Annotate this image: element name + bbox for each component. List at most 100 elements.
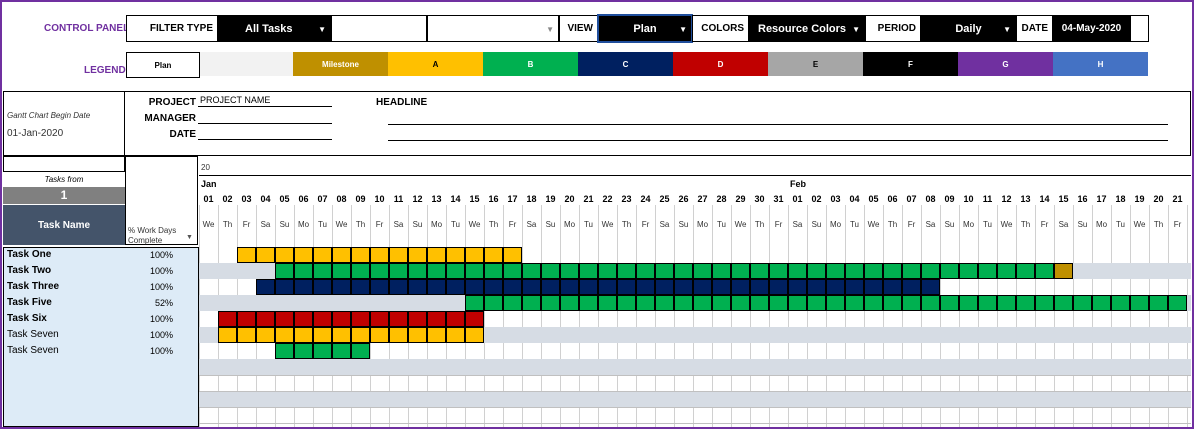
gantt-bar-cell[interactable] [351,247,370,263]
task-row[interactable]: Task Seven 100% [3,343,199,359]
gantt-bar-cell[interactable] [351,343,370,359]
gantt-bar-cell[interactable] [598,263,617,279]
gantt-bar-cell[interactable] [1054,295,1073,311]
gantt-bar-cell[interactable] [294,343,313,359]
filter-value-input[interactable] [331,15,427,42]
gantt-bar-cell[interactable] [807,263,826,279]
gantt-bar-cell[interactable] [788,295,807,311]
gantt-bar-cell[interactable] [712,279,731,295]
gantt-bar-cell[interactable] [465,263,484,279]
gantt-bar-cell[interactable] [978,295,997,311]
gantt-bar-cell[interactable] [617,279,636,295]
gantt-bar-cell[interactable] [408,247,427,263]
gantt-bar-cell[interactable] [294,327,313,343]
task-row[interactable]: Task Three 100% [3,279,199,295]
gantt-bar-cell[interactable] [256,247,275,263]
gantt-bar-cell[interactable] [769,279,788,295]
gantt-bar-cell[interactable] [921,279,940,295]
gantt-bar-cell[interactable] [712,263,731,279]
gantt-bar-cell[interactable] [370,247,389,263]
gantt-bar-cell[interactable] [237,311,256,327]
gantt-bar-cell[interactable] [522,295,541,311]
gantt-bar-cell[interactable] [921,295,940,311]
gantt-bar-cell[interactable] [598,279,617,295]
gantt-bar-cell[interactable] [294,247,313,263]
gantt-bar-cell[interactable] [864,295,883,311]
gantt-bar-cell[interactable] [275,263,294,279]
gantt-bar-cell[interactable] [313,311,332,327]
gantt-bar-cell[interactable] [674,279,693,295]
gantt-bar-cell[interactable] [864,263,883,279]
headline-line-1[interactable] [388,124,1168,125]
chevron-down-icon[interactable]: ▼ [679,25,687,34]
gantt-bar-cell[interactable] [503,279,522,295]
chevron-down-icon[interactable]: ▼ [318,25,326,34]
gantt-bar-cell[interactable] [636,295,655,311]
gantt-bar-cell[interactable] [370,263,389,279]
gantt-bar-cell[interactable] [693,263,712,279]
gantt-bar-cell[interactable] [845,279,864,295]
gantt-bar-cell[interactable] [541,295,560,311]
gantt-bar-cell[interactable] [427,247,446,263]
gantt-bar-cell[interactable] [1149,295,1168,311]
gantt-bar-cell[interactable] [1016,263,1035,279]
gantt-bar-cell[interactable] [408,263,427,279]
gantt-bar-cell[interactable] [845,263,864,279]
headline-line-2[interactable] [388,140,1168,141]
period-dropdown[interactable]: Daily ▼ [921,15,1016,42]
gantt-bar-cell[interactable] [332,327,351,343]
gantt-bar-cell[interactable] [750,279,769,295]
gantt-bar-cell[interactable] [389,279,408,295]
filter-value-dropdown[interactable]: ▼ [427,15,559,42]
gantt-bar-cell[interactable] [275,311,294,327]
gantt-bar-cell[interactable] [1130,295,1149,311]
gantt-bar-cell[interactable] [1168,295,1187,311]
gantt-bar-cell[interactable] [997,263,1016,279]
gantt-bar-cell[interactable] [560,263,579,279]
task-row[interactable]: Task Five 52% [3,295,199,311]
gantt-begin-date[interactable]: 01-Jan-2020 [7,128,63,139]
gantt-bar-cell[interactable] [902,295,921,311]
gantt-bar-cell[interactable] [579,295,598,311]
gantt-bar-cell[interactable] [674,263,693,279]
gantt-bar-cell[interactable] [370,311,389,327]
gantt-bar-cell[interactable] [275,327,294,343]
gantt-bar-cell[interactable] [769,263,788,279]
gantt-bar-cell[interactable] [446,311,465,327]
gantt-bar-cell[interactable] [807,295,826,311]
gantt-bar-cell[interactable] [712,295,731,311]
chevron-down-icon[interactable]: ▼ [1003,25,1011,34]
gantt-bar-cell[interactable] [921,263,940,279]
gantt-bar-cell[interactable] [959,295,978,311]
gantt-bar-cell[interactable] [826,279,845,295]
gantt-bar-cell[interactable] [218,311,237,327]
gantt-bar-cell[interactable] [370,327,389,343]
gantt-bar-cell[interactable] [902,263,921,279]
gantt-bar-cell[interactable] [313,263,332,279]
gantt-bar-cell[interactable] [218,327,237,343]
gantt-bar-cell[interactable] [313,279,332,295]
gantt-bar-cell[interactable] [465,279,484,295]
gantt-bar-cell[interactable] [427,263,446,279]
gantt-bar-cell[interactable] [731,279,750,295]
gantt-bar-cell[interactable] [256,311,275,327]
gantt-bar-cell[interactable] [1016,295,1035,311]
gantt-bar-cell[interactable] [408,311,427,327]
colors-dropdown[interactable]: Resource Colors ▼ [749,15,865,42]
gantt-bar-cell[interactable] [997,295,1016,311]
gantt-bar-cell[interactable] [389,327,408,343]
gantt-bar-cell[interactable] [351,279,370,295]
gantt-bar-cell[interactable] [427,327,446,343]
gantt-bar-cell[interactable] [275,247,294,263]
gantt-bar-cell[interactable] [465,311,484,327]
gantt-bar-cell[interactable] [655,295,674,311]
gantt-bar-cell[interactable] [541,263,560,279]
gantt-bar-cell[interactable] [332,279,351,295]
gantt-bar-cell[interactable] [959,263,978,279]
gantt-bar-cell[interactable] [978,263,997,279]
gantt-bar-cell[interactable] [256,279,275,295]
gantt-bar-cell[interactable] [275,279,294,295]
gantt-bar-cell[interactable] [845,295,864,311]
gantt-bar-cell[interactable] [788,279,807,295]
gantt-bar-cell[interactable] [446,263,465,279]
